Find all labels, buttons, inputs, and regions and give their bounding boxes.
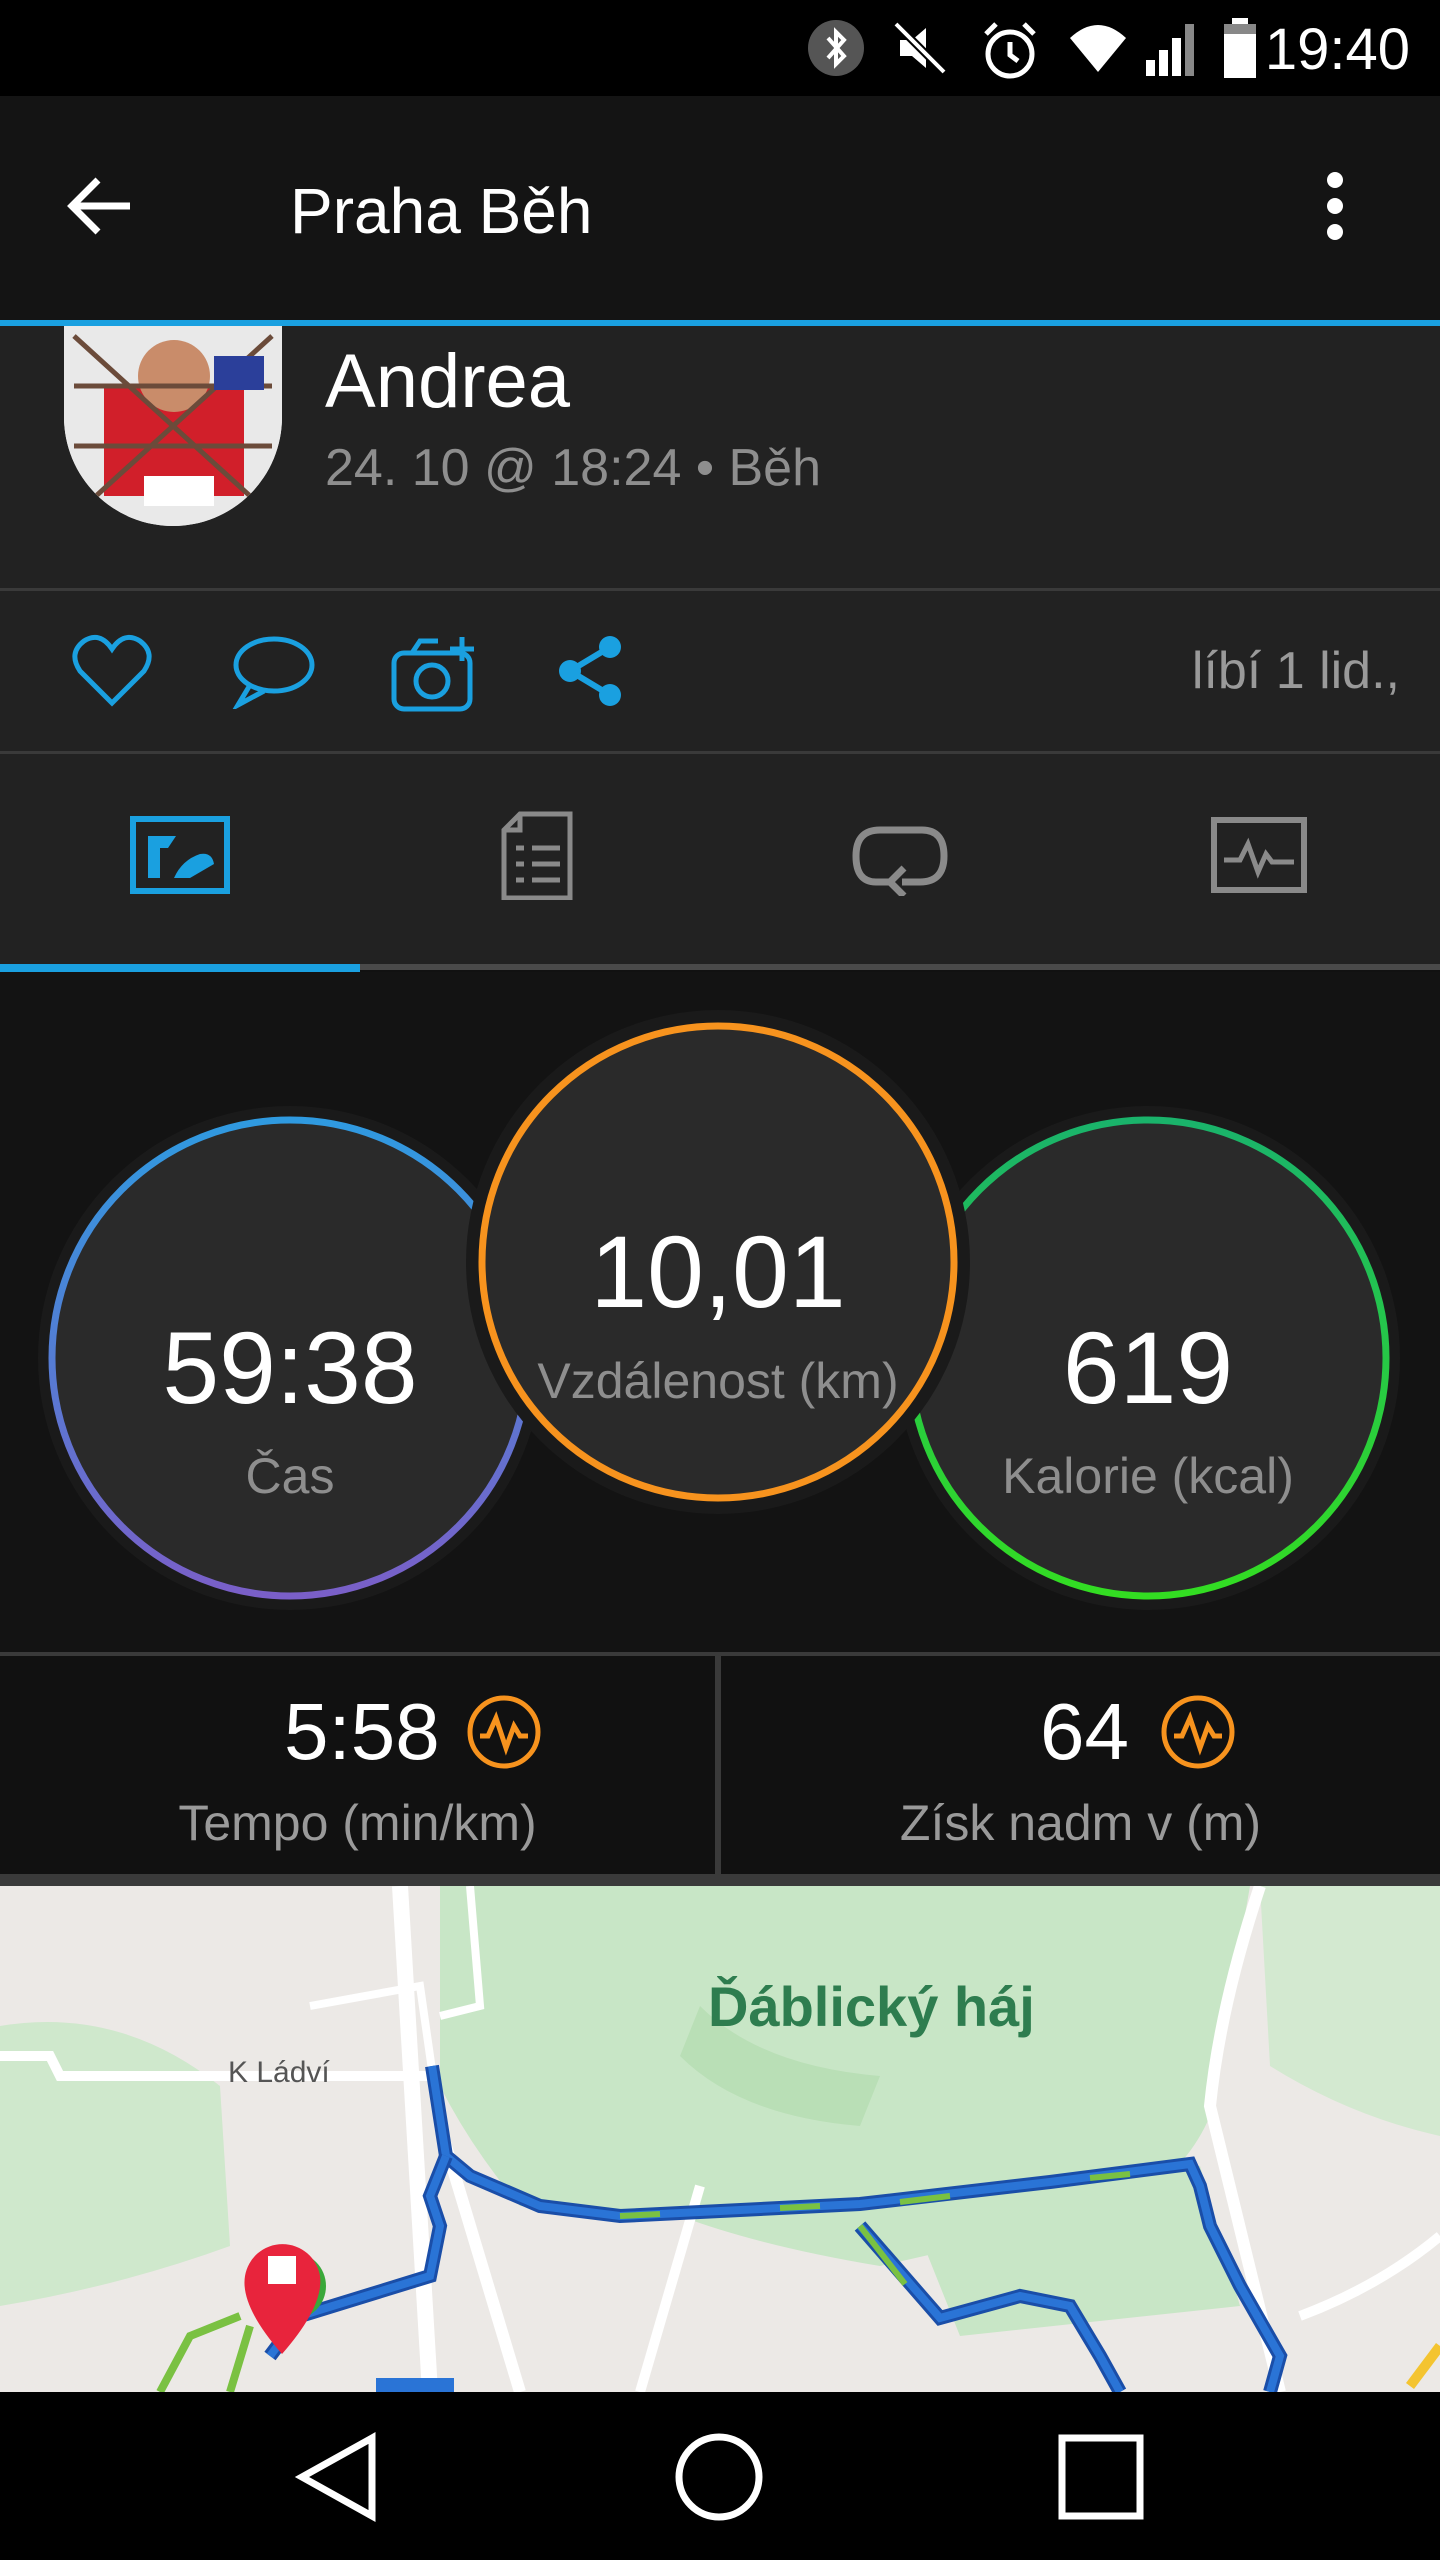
tab-charts[interactable] bbox=[1080, 754, 1440, 964]
more-options-button[interactable] bbox=[1320, 166, 1380, 266]
wifi-icon bbox=[1064, 18, 1132, 83]
elevation-value: 64 bbox=[1040, 1687, 1129, 1776]
details-tab-icon bbox=[501, 811, 573, 900]
like-button[interactable] bbox=[70, 633, 154, 714]
tab-laps[interactable] bbox=[720, 754, 1080, 964]
status-time: 19:40 bbox=[1264, 17, 1410, 82]
status-bar: 19:40 bbox=[0, 0, 1440, 96]
tab-active-indicator bbox=[0, 964, 360, 972]
activity-date-type: 24. 10 @ 18:24 • Běh bbox=[325, 439, 822, 497]
route-map[interactable]: Ďáblický háj K Ládví bbox=[0, 1886, 1440, 2392]
charts-tab-icon bbox=[1211, 817, 1307, 893]
page-title: Praha Běh bbox=[290, 175, 593, 247]
distance-label: Vzdálenost (km) bbox=[537, 1353, 899, 1409]
heart-icon bbox=[72, 634, 152, 707]
mute-icon bbox=[890, 18, 950, 83]
map-street-label: K Ládví bbox=[228, 2056, 330, 2089]
pace-value: 5:58 bbox=[284, 1687, 440, 1776]
app-bar: Praha Běh bbox=[0, 96, 1440, 320]
add-photo-button[interactable] bbox=[390, 633, 480, 718]
nav-home-button[interactable] bbox=[620, 2392, 820, 2560]
more-vert-icon bbox=[1327, 172, 1343, 240]
summary-tab-icon bbox=[130, 816, 230, 894]
nav-recents-button[interactable] bbox=[1000, 2392, 1200, 2560]
signal-icon bbox=[1144, 18, 1204, 83]
share-button[interactable] bbox=[556, 633, 626, 714]
arrow-left-icon bbox=[67, 177, 130, 235]
calories-value: 619 bbox=[1062, 1311, 1234, 1425]
comment-button[interactable] bbox=[230, 633, 316, 714]
comment-icon bbox=[231, 636, 315, 712]
divider bbox=[0, 1874, 1440, 1886]
pace-chart-icon bbox=[467, 1695, 541, 1769]
divider bbox=[715, 1656, 721, 1874]
activity-actions: líbí 1 lid., bbox=[0, 591, 1440, 751]
activity-header: Andrea 24. 10 @ 18:24 • Běh bbox=[0, 326, 1440, 588]
activity-tabs bbox=[0, 754, 1440, 964]
map-park-label: Ďáblický háj bbox=[708, 1975, 1035, 2038]
likes-count[interactable]: líbí 1 lid., bbox=[1192, 641, 1400, 701]
back-button[interactable] bbox=[64, 170, 164, 250]
battery-icon bbox=[1222, 18, 1258, 85]
time-value: 59:38 bbox=[162, 1311, 418, 1425]
recents-square-icon bbox=[1058, 2434, 1144, 2520]
nav-back-button[interactable] bbox=[240, 2392, 440, 2560]
map-canvas bbox=[0, 1886, 1440, 2392]
pace-label: Tempo (min/km) bbox=[178, 1795, 537, 1851]
elevation-label: Získ nadm v (m) bbox=[899, 1795, 1262, 1851]
laps-tab-icon bbox=[852, 826, 948, 896]
tab-track bbox=[360, 964, 1440, 970]
avatar[interactable] bbox=[64, 326, 282, 526]
home-circle-icon bbox=[675, 2433, 763, 2521]
calories-label: Kalorie (kcal) bbox=[1002, 1448, 1294, 1504]
tab-summary[interactable] bbox=[0, 754, 360, 964]
system-nav-bar bbox=[0, 2392, 1440, 2560]
bluetooth-icon bbox=[806, 18, 866, 83]
tab-details[interactable] bbox=[360, 754, 720, 964]
time-label: Čas bbox=[245, 1448, 335, 1504]
back-triangle-icon bbox=[294, 2432, 376, 2522]
distance-value: 10,01 bbox=[590, 1215, 846, 1329]
alarm-icon bbox=[978, 18, 1042, 87]
add-photo-icon bbox=[391, 637, 474, 712]
user-name[interactable]: Andrea bbox=[325, 338, 570, 425]
elevation-chart-icon bbox=[1161, 1695, 1235, 1769]
share-icon bbox=[559, 636, 621, 706]
summary-panel: 59:38 Čas 10,01 Vzdálenost (km) 619 Kalo… bbox=[0, 972, 1440, 1652]
